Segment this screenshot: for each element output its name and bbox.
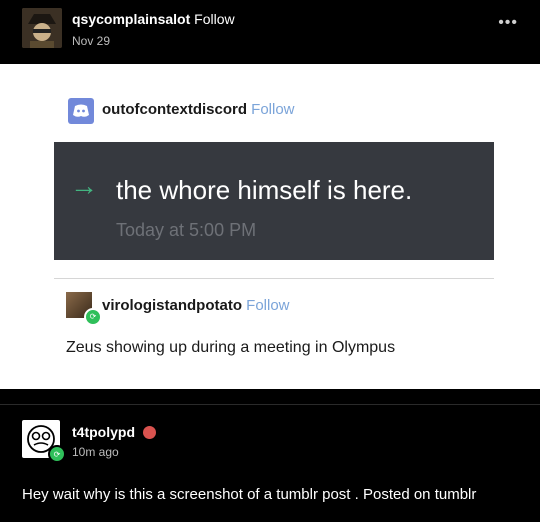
author-avatar[interactable] [22,8,62,48]
op-username: outofcontextdiscord [102,101,247,118]
divider [54,278,494,279]
post-date[interactable]: Nov 29 [72,34,110,48]
reblog-comment: Hey wait why is this a screenshot of a t… [22,486,477,503]
discord-glyph [73,104,89,117]
reblog-section: ⟳ t4tpolypd 10m ago Hey wait why is this… [0,389,540,522]
discord-message-text: the whore himself is here. [116,175,413,205]
reply-username: virologistandpotato [102,297,242,314]
reblogger-name[interactable]: t4tpolypd [72,424,135,440]
reblogger-line: t4tpolypd [72,424,156,440]
author-name[interactable]: qsycomplainsalot [72,11,190,27]
tumblr-post: qsycomplainsalot Follow Nov 29 ••• outof… [0,0,540,522]
reblog-icon: ⟳ [48,445,66,463]
discord-logo-icon [68,98,94,124]
op-line: outofcontextdiscord Follow [102,101,295,118]
reblog-icon: ⟳ [84,308,102,326]
section-divider [0,404,540,405]
gift-badge-icon [142,426,156,439]
reblog-time: 10m ago [72,445,119,459]
arrow-right-icon: → [70,170,98,201]
reply-follow-label: Follow [246,297,290,314]
reply-line: virologistandpotato Follow [102,297,290,314]
embedded-screenshot: outofcontextdiscord Follow → the whore h… [0,64,540,389]
reply-text: Zeus showing up during a meeting in Olym… [66,339,396,356]
op-follow-label: Follow [251,101,295,118]
discord-message-box: → the whore himself is here. Today at 5:… [54,142,494,260]
author-line: qsycomplainsalot Follow [72,11,235,27]
discord-timestamp: Today at 5:00 PM [116,220,257,240]
avatar-image [22,8,62,48]
post-header: qsycomplainsalot Follow Nov 29 ••• [0,0,540,64]
more-options-icon[interactable]: ••• [498,14,518,32]
follow-button[interactable]: Follow [194,11,234,27]
